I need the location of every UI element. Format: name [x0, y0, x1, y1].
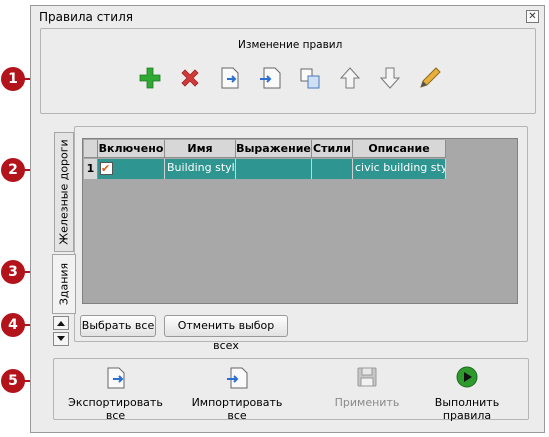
- column-header-styles[interactable]: Стили: [312, 140, 353, 158]
- deselect-all-button[interactable]: Отменить выбор всех: [164, 315, 288, 352]
- export-all-icon: [107, 367, 124, 389]
- callout-4: 4: [1, 313, 25, 337]
- column-header-name[interactable]: Имя: [165, 140, 236, 158]
- expression-cell[interactable]: [236, 159, 312, 179]
- description-cell[interactable]: civic building styles: [353, 159, 446, 179]
- apply-button[interactable]: Применить: [334, 366, 400, 414]
- title-bar: Правила стиля ✕: [31, 6, 544, 28]
- callout-3: 3: [1, 260, 25, 284]
- tab-railways[interactable]: Железные дороги: [54, 132, 74, 252]
- column-header-expression[interactable]: Выражение: [236, 140, 312, 158]
- play-icon: [456, 366, 478, 388]
- edit-icon[interactable]: [418, 66, 442, 90]
- import-rule-icon[interactable]: [258, 66, 282, 90]
- export-rule-icon[interactable]: [218, 66, 242, 90]
- edit-rules-label: Изменение правил: [238, 39, 343, 51]
- callout-5: 5: [1, 369, 25, 393]
- export-all-label: Экспортировать все: [68, 396, 163, 422]
- move-up-icon[interactable]: [338, 66, 362, 90]
- import-all-label: Импортировать все: [191, 396, 283, 422]
- run-rules-button[interactable]: Выполнить правила: [410, 366, 524, 422]
- name-cell[interactable]: Building styles: [165, 159, 236, 179]
- column-header-enabled[interactable]: Включено: [98, 140, 165, 158]
- run-rules-label: Выполнить правила: [434, 396, 500, 422]
- close-button[interactable]: ✕: [526, 10, 539, 23]
- tab-buildings-label: Здания: [57, 262, 71, 306]
- scroll-up-button[interactable]: [53, 316, 69, 330]
- callout-2: 2: [1, 158, 25, 182]
- scroll-down-button[interactable]: [53, 332, 69, 346]
- import-all-button[interactable]: Импортировать все: [181, 366, 293, 422]
- import-all-icon: [227, 367, 248, 389]
- checkmark-icon: ✔: [101, 162, 111, 175]
- row-header[interactable]: 1: [84, 159, 98, 179]
- delete-icon[interactable]: [178, 66, 202, 90]
- add-icon[interactable]: [138, 66, 162, 90]
- callout-1: 1: [1, 67, 25, 91]
- apply-label: Применить: [334, 396, 400, 409]
- save-icon: [357, 367, 377, 387]
- move-down-icon[interactable]: [378, 66, 402, 90]
- window-title: Правила стиля: [39, 10, 133, 24]
- tab-railways-label: Железные дороги: [57, 139, 71, 245]
- triangle-up-icon: [57, 321, 65, 326]
- triangle-down-icon: [57, 336, 65, 341]
- enabled-cell[interactable]: ✔: [98, 159, 165, 179]
- copy-rule-icon[interactable]: [298, 66, 322, 90]
- table-corner: [84, 140, 98, 158]
- styles-cell[interactable]: [312, 159, 353, 179]
- column-header-description[interactable]: Описание: [353, 140, 446, 158]
- tab-buildings[interactable]: Здания: [52, 254, 76, 314]
- export-all-button[interactable]: Экспортировать все: [58, 366, 173, 422]
- enabled-checkbox[interactable]: ✔: [100, 162, 113, 175]
- select-all-button[interactable]: Выбрать все: [80, 315, 156, 337]
